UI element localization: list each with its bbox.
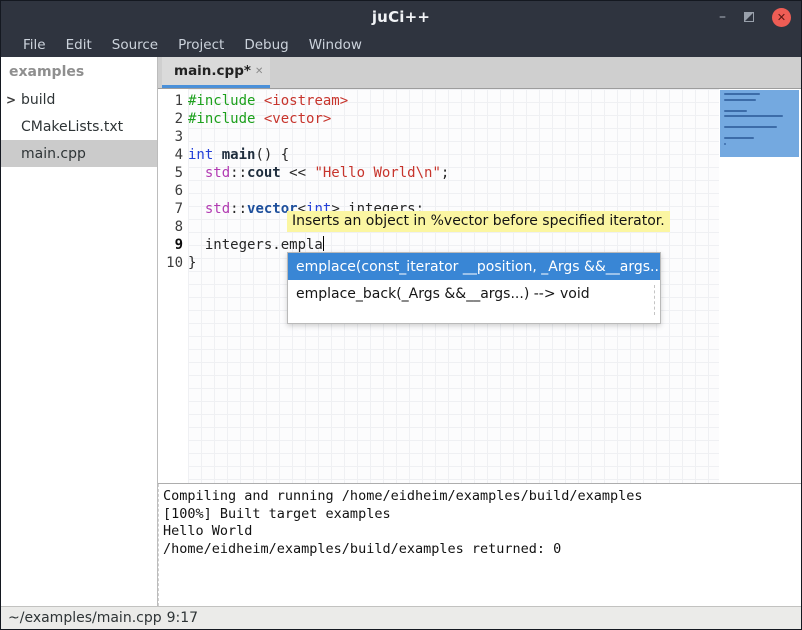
autocomplete-popup: emplace(const_iterator __position, _Args… <box>287 252 661 324</box>
output-line: Hello World <box>163 523 801 541</box>
text-cursor <box>323 236 324 251</box>
menu-bar: FileEditSourceProjectDebugWindow <box>1 33 801 57</box>
app-window: juCi++ – ✕ FileEditSourceProjectDebugWin… <box>0 0 802 630</box>
code-editor[interactable]: 12345678910 #include <iostream>#include … <box>158 89 801 483</box>
code-line-1: #include <iostream> <box>188 92 719 110</box>
minimize-button-icon[interactable]: – <box>719 12 726 22</box>
line-number: 3 <box>158 128 188 146</box>
code-line-2: #include <vector> <box>188 110 719 128</box>
code-token: cout <box>247 165 281 181</box>
tab-bar: main.cpp* ✕ <box>158 57 801 89</box>
file-tree: >build CMakeLists.txt main.cpp <box>1 86 157 167</box>
code-token: <vector> <box>264 111 331 127</box>
status-cursor-position: 9:17 <box>167 610 198 626</box>
status-bar: ~/examples/main.cpp 9:17 <box>1 606 801 629</box>
menu-edit[interactable]: Edit <box>56 35 102 55</box>
line-number: 10 <box>158 254 188 272</box>
sidebar-item-cmakelists-txt[interactable]: CMakeLists.txt <box>1 113 157 140</box>
minimap-line <box>724 143 726 145</box>
code-token: #include <box>188 93 255 109</box>
completion-doc-tooltip: Inserts an object in %vector before spec… <box>287 211 670 232</box>
tab-close-icon[interactable]: ✕ <box>251 66 263 77</box>
window-controls: – ✕ <box>719 1 791 33</box>
line-number: 2 <box>158 110 188 128</box>
menu-project[interactable]: Project <box>168 35 234 55</box>
status-file-path: ~/examples/main.cpp <box>8 610 162 626</box>
line-number: 6 <box>158 182 188 200</box>
overview-map <box>719 89 801 483</box>
code-token: () { <box>255 147 289 163</box>
menu-window[interactable]: Window <box>299 35 372 55</box>
code-token: std <box>205 165 230 181</box>
output-line: Compiling and running /home/eidheim/exam… <box>163 488 801 506</box>
code-token: ; <box>441 165 449 181</box>
code-token: << <box>281 165 315 181</box>
code-token: integers.empla <box>188 237 323 253</box>
code-token <box>255 111 263 127</box>
sidebar-item-main-cpp[interactable]: main.cpp <box>1 140 157 167</box>
minimap-line <box>724 110 747 112</box>
project-name: examples <box>1 57 157 86</box>
code-token: <iostream> <box>264 93 348 109</box>
tab-main-cpp[interactable]: main.cpp* ✕ <box>162 57 270 88</box>
line-number: 8 <box>158 218 188 236</box>
line-number: 4 <box>158 146 188 164</box>
code-token: main <box>222 147 256 163</box>
code-token <box>213 147 221 163</box>
menu-source[interactable]: Source <box>102 35 168 55</box>
output-line: /home/eidheim/examples/build/examples re… <box>163 541 801 559</box>
code-token: } <box>188 255 196 271</box>
main-content: examples >build CMakeLists.txt main.cpp ma… <box>1 57 801 606</box>
title-bar[interactable]: juCi++ – ✕ <box>1 1 801 33</box>
line-number: 5 <box>158 164 188 182</box>
output-line: [100%] Built target examples <box>163 506 801 524</box>
overview-map-slider[interactable] <box>720 90 799 157</box>
editor-column: main.cpp* ✕ 12345678910 #include <iostre… <box>158 57 801 606</box>
minimap-line <box>724 137 754 139</box>
line-number: 1 <box>158 92 188 110</box>
expander-chevron-icon[interactable]: > <box>1 93 21 107</box>
line-number-gutter: 12345678910 <box>158 89 188 483</box>
code-line-3 <box>188 128 719 146</box>
code-token <box>255 93 263 109</box>
file-name: main.cpp <box>21 146 86 162</box>
code-token <box>188 165 205 181</box>
code-token: #include <box>188 111 255 127</box>
file-name: CMakeLists.txt <box>21 119 123 135</box>
tab-label: main.cpp* <box>174 63 251 79</box>
window-title: juCi++ <box>372 8 430 26</box>
close-icon[interactable]: ✕ <box>772 8 791 27</box>
code-token: int <box>188 147 213 163</box>
completion-item[interactable]: emplace(const_iterator __position, _Args… <box>288 253 660 280</box>
file-tree-sidebar: examples >build CMakeLists.txt main.cpp <box>1 57 158 606</box>
menu-debug[interactable]: Debug <box>234 35 298 55</box>
file-name: build <box>21 92 55 108</box>
restore-icon[interactable] <box>744 12 754 22</box>
line-number: 9 <box>158 236 188 254</box>
line-number: 7 <box>158 200 188 218</box>
code-token: "Hello World\n" <box>314 165 440 181</box>
minimap-line <box>724 93 760 95</box>
code-token: :: <box>230 201 247 217</box>
menu-file[interactable]: File <box>13 35 56 55</box>
code-line-5: std::cout << "Hello World\n"; <box>188 164 719 182</box>
completion-item[interactable]: emplace_back(_Args &&__args...) --> void <box>288 280 660 307</box>
minimap-line <box>724 99 756 101</box>
build-output-panel[interactable]: Compiling and running /home/eidheim/exam… <box>158 483 801 606</box>
code-token: std <box>205 201 230 217</box>
code-token: :: <box>230 165 247 181</box>
popup-scrollbar <box>654 285 655 315</box>
minimap-line <box>724 115 783 117</box>
code-line-4: int main() { <box>188 146 719 164</box>
sidebar-item-build[interactable]: >build <box>1 86 157 113</box>
code-token <box>188 201 205 217</box>
code-line-6 <box>188 182 719 200</box>
minimap-line <box>724 126 777 128</box>
